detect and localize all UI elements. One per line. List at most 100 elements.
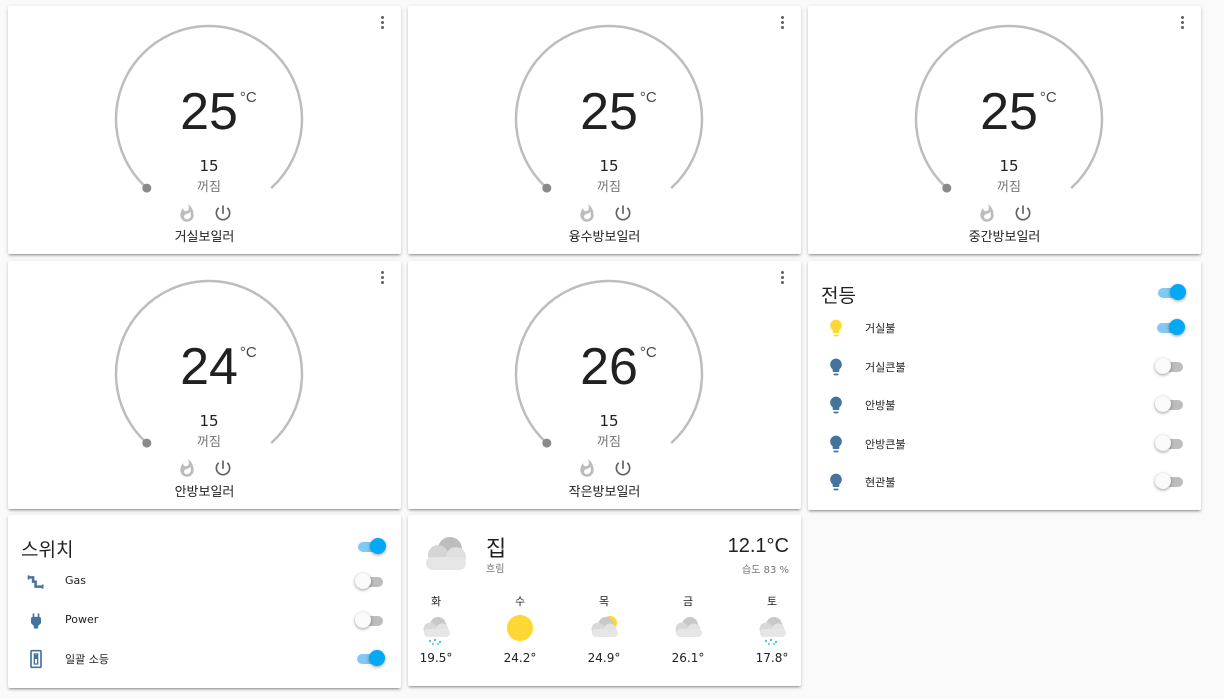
lights-master-toggle[interactable] xyxy=(1156,283,1186,303)
more-menu-icon[interactable] xyxy=(373,269,391,289)
thermostat-dial[interactable]: 25 °C 15 꺼짐 xyxy=(509,24,709,204)
thermostat-card[interactable]: 24 °C 15 꺼짐안방보일러 xyxy=(8,261,401,509)
thermostat-card[interactable]: 25 °C 15 꺼짐거실보일러 xyxy=(8,6,401,254)
forecast-weekday: 화 xyxy=(430,595,442,608)
forecast-temperature: 17.8° xyxy=(755,651,789,665)
switches-card-title: 스위치 xyxy=(21,539,74,561)
light-toggle[interactable] xyxy=(1155,357,1185,377)
forecast-weekday: 금 xyxy=(682,595,694,608)
temperature-unit: °C xyxy=(639,89,657,106)
switch-toggle[interactable] xyxy=(355,649,385,669)
forecast-day: 목 24.9° xyxy=(574,593,634,665)
light-label[interactable]: 안방불 xyxy=(865,397,895,413)
heat-mode-flame-icon[interactable] xyxy=(577,203,597,223)
temperature-unit: °C xyxy=(239,89,257,106)
light-toggle[interactable] xyxy=(1155,395,1185,415)
more-menu-icon[interactable] xyxy=(1173,14,1191,34)
heat-mode-flame-icon[interactable] xyxy=(577,458,597,478)
hvac-mode: 꺼짐 xyxy=(197,180,221,195)
switches-master-toggle[interactable] xyxy=(356,537,386,557)
current-temperature-value: 25 xyxy=(180,83,238,141)
power-icon[interactable] xyxy=(613,203,633,223)
lights-card: 전등 거실불 거실큰불 안방불 안방큰불 현관불 xyxy=(808,261,1201,510)
power-icon[interactable] xyxy=(613,458,633,478)
more-menu-icon[interactable] xyxy=(773,269,791,289)
thermostat-dial[interactable]: 24 °C 15 꺼짐 xyxy=(109,279,309,459)
hvac-mode: 꺼짐 xyxy=(597,435,621,450)
thermostat-dial[interactable]: 25 °C 15 꺼짐 xyxy=(909,24,1109,204)
current-temperature-value: 25 xyxy=(580,83,638,141)
weather-card[interactable]: 집 흐림 12.1°C 습도 83 % 화 19.5° 수 24.2° 목 24.9° 금 2… xyxy=(408,515,801,686)
heat-mode-flame-icon[interactable] xyxy=(977,203,997,223)
switch-toggle[interactable] xyxy=(355,572,385,592)
light-label[interactable]: 안방큰불 xyxy=(865,436,905,452)
switch-label[interactable]: Gas xyxy=(65,574,86,587)
lightbulb-icon[interactable] xyxy=(826,434,846,454)
forecast-weekday: 수 xyxy=(514,595,526,608)
power-icon[interactable] xyxy=(213,458,233,478)
current-temperature: 25 °C xyxy=(109,86,309,138)
current-temperature-value: 25 xyxy=(980,83,1038,141)
thermostat-card[interactable]: 26 °C 15 꺼짐작은방보일러 xyxy=(408,261,801,509)
thermostat-dial[interactable]: 25 °C 15 꺼짐 xyxy=(109,24,309,204)
forecast-day: 금 26.1° xyxy=(658,593,718,665)
power-plug-icon[interactable] xyxy=(26,611,46,631)
weather-condition: 흐림 xyxy=(486,564,505,575)
thermostat-name: 거실보일러 xyxy=(174,230,235,245)
sunny-icon xyxy=(502,611,538,645)
light-label[interactable]: 거실불 xyxy=(865,320,895,336)
hvac-mode: 꺼짐 xyxy=(997,180,1021,195)
switch-label[interactable]: 일괄 소등 xyxy=(65,651,109,667)
forecast-day: 수 24.2° xyxy=(490,593,550,665)
thermostat-card[interactable]: 25 °C 15 꺼짐중간방보일러 xyxy=(808,6,1201,254)
target-temperature: 15 xyxy=(599,157,619,175)
forecast-weekday: 목 xyxy=(598,595,610,608)
thermostat-name: 중간방보일러 xyxy=(968,230,1041,245)
thermostat-card[interactable]: 25 °C 15 꺼짐융수방보일러 xyxy=(408,6,801,254)
switch-label[interactable]: Power xyxy=(65,613,98,626)
thermostat-name: 안방보일러 xyxy=(174,485,235,500)
lightbulb-icon[interactable] xyxy=(826,472,846,492)
forecast-temperature: 24.9° xyxy=(587,651,621,665)
thermostat-name: 작은방보일러 xyxy=(568,485,641,500)
forecast-temperature: 19.5° xyxy=(419,651,453,665)
heat-mode-flame-icon[interactable] xyxy=(177,203,197,223)
thermostat-name: 융수방보일러 xyxy=(568,230,641,245)
forecast-day: 화 19.5° xyxy=(406,593,466,665)
lightbulb-icon[interactable] xyxy=(826,357,846,377)
target-temperature: 15 xyxy=(599,412,619,430)
current-temperature: 26 °C xyxy=(509,341,709,393)
current-temperature: 24 °C xyxy=(109,341,309,393)
hvac-mode: 꺼짐 xyxy=(197,435,221,450)
power-icon[interactable] xyxy=(213,203,233,223)
switch-toggle[interactable] xyxy=(355,611,385,631)
lightbulb-icon[interactable] xyxy=(826,318,846,338)
light-toggle[interactable] xyxy=(1155,472,1185,492)
forecast-temperature: 24.2° xyxy=(503,651,537,665)
current-temperature-value: 24 xyxy=(180,338,238,396)
cloudy-icon xyxy=(426,537,466,570)
light-label[interactable]: 현관불 xyxy=(865,474,895,490)
current-temperature: 25 °C xyxy=(909,86,1109,138)
more-menu-icon[interactable] xyxy=(373,14,391,34)
partly-cloudy-icon xyxy=(586,611,622,645)
light-label[interactable]: 거실큰불 xyxy=(865,359,905,375)
light-switch-icon[interactable] xyxy=(26,649,46,669)
current-temperature-value: 26 xyxy=(580,338,638,396)
heat-mode-flame-icon[interactable] xyxy=(177,458,197,478)
thermostat-dial[interactable]: 26 °C 15 꺼짐 xyxy=(509,279,709,459)
lightbulb-icon[interactable] xyxy=(826,395,846,415)
temperature-unit: °C xyxy=(639,344,657,361)
snowy-rainy-icon xyxy=(754,611,790,645)
hvac-mode: 꺼짐 xyxy=(597,180,621,195)
target-temperature: 15 xyxy=(199,412,219,430)
cloudy-icon xyxy=(670,611,706,645)
forecast-day: 토 17.8° xyxy=(742,593,802,665)
power-icon[interactable] xyxy=(1013,203,1033,223)
snowy-rainy-icon xyxy=(418,611,454,645)
light-toggle[interactable] xyxy=(1155,434,1185,454)
temperature-unit: °C xyxy=(1039,89,1057,106)
gas-pipe-icon[interactable] xyxy=(26,572,46,592)
light-toggle[interactable] xyxy=(1155,318,1185,338)
more-menu-icon[interactable] xyxy=(773,14,791,34)
